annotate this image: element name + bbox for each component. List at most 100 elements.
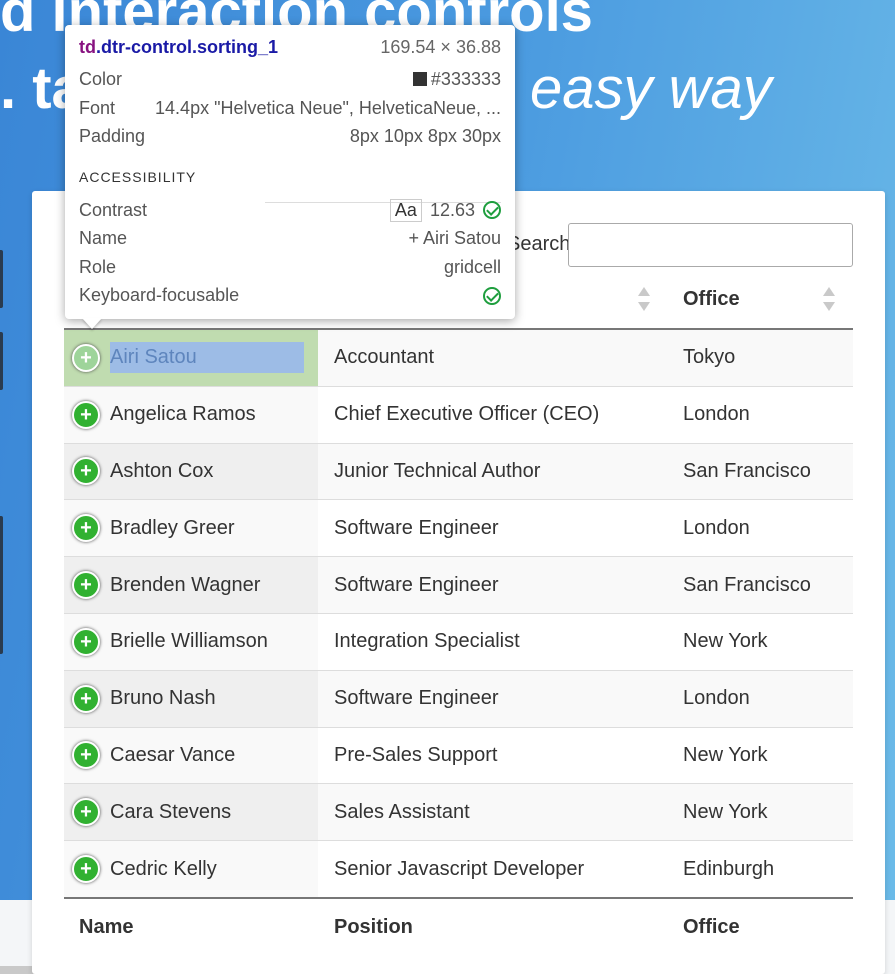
position-cell: Sales Assistant — [334, 800, 470, 823]
position-cell: Software Engineer — [334, 516, 499, 539]
padding-value: 8px 10px 8px 30px — [349, 126, 501, 146]
table-row[interactable]: + Cara Stevens Sales Assistant New York — [64, 784, 853, 842]
element-dimensions: 169.54 × 36.88 — [380, 37, 501, 57]
color-swatch-icon — [412, 72, 427, 86]
office-cell: London — [683, 687, 750, 710]
table-row[interactable]: + Brielle Williamson Integration Special… — [64, 613, 853, 671]
name-text: Bruno Nash — [110, 687, 216, 710]
office-cell: London — [683, 516, 750, 539]
selected-name-text: Airi Satou — [110, 342, 304, 373]
column-header-office[interactable]: Office — [683, 270, 853, 329]
plus-circle-icon[interactable]: + — [72, 798, 100, 827]
plus-circle-icon[interactable]: + — [72, 571, 100, 600]
plus-circle-icon[interactable]: + — [72, 400, 100, 429]
office-cell: Tokyo — [683, 346, 736, 369]
position-cell: Accountant — [334, 346, 435, 369]
color-value: #333333 — [412, 69, 501, 90]
plus-circle-icon[interactable]: + — [72, 343, 100, 372]
table-row[interactable]: + Caesar Vance Pre-Sales Support New Yor… — [64, 727, 853, 785]
table-row[interactable]: + Cedric Kelly Senior Javascript Develop… — [64, 841, 853, 898]
name-cell[interactable]: + Ashton Cox — [64, 443, 318, 500]
a11y-name-label: Name — [79, 228, 128, 248]
color-label: Color — [79, 69, 123, 89]
a11y-name-value: + Airi Satou — [408, 228, 501, 248]
font-label: Font — [79, 98, 116, 118]
table-row[interactable]: + Airi Satou Accountant Tokyo — [64, 330, 853, 387]
table-row[interactable]: + Brenden Wagner Software Engineer San F… — [64, 557, 853, 614]
padding-label: Padding — [79, 126, 146, 146]
plus-circle-icon[interactable]: + — [72, 514, 100, 543]
name-cell[interactable]: + Bruno Nash — [64, 670, 318, 727]
name-cell[interactable]: + Cedric Kelly — [64, 841, 318, 897]
left-edge-element — [0, 250, 3, 308]
column-header-office-label: Office — [683, 288, 740, 310]
plus-circle-icon[interactable]: + — [72, 855, 100, 884]
office-cell: San Francisco — [683, 459, 811, 482]
name-cell[interactable]: + Angelica Ramos — [64, 386, 318, 443]
name-cell[interactable]: + Brenden Wagner — [64, 557, 318, 613]
table-row[interactable]: + Bradley Greer Software Engineer London — [64, 500, 853, 558]
office-cell: New York — [683, 630, 768, 653]
office-cell: London — [683, 403, 750, 426]
check-circle-icon — [483, 201, 501, 219]
office-cell: New York — [683, 743, 768, 766]
left-edge-element — [0, 332, 3, 390]
table-row[interactable]: + Ashton Cox Junior Technical Author San… — [64, 443, 853, 501]
office-cell: Edinburgh — [683, 857, 775, 880]
check-circle-icon — [483, 286, 501, 305]
plus-circle-icon[interactable]: + — [72, 627, 100, 656]
search-label: Search: — [507, 233, 576, 255]
name-cell[interactable]: + Brielle Williamson — [64, 613, 318, 670]
tooltip-contrast-row: Contrast Aa 12.63 — [79, 199, 501, 222]
name-cell[interactable]: + Cara Stevens — [64, 784, 318, 841]
tooltip-focusable-row: Keyboard-focusable — [79, 285, 501, 306]
accessibility-heading: ACCESSIBILITY — [79, 169, 197, 185]
tooltip-arrow — [82, 318, 102, 329]
name-text: Ashton Cox — [110, 459, 214, 482]
role-label: Role — [79, 257, 117, 277]
name-cell[interactable]: + Caesar Vance — [64, 727, 318, 784]
devtools-inspect-tooltip: td.dtr-control.sorting_1 169.54 × 36.88 … — [65, 25, 515, 319]
left-edge-element — [0, 516, 3, 654]
sort-icon — [823, 287, 835, 311]
hero-title-line-2-right: easy way — [530, 56, 772, 121]
position-cell: Pre-Sales Support — [334, 743, 498, 766]
name-text: Angelica Ramos — [110, 403, 256, 426]
plus-circle-icon[interactable]: + — [72, 741, 100, 770]
tooltip-selector-row: td.dtr-control.sorting_1 169.54 × 36.88 — [79, 37, 501, 58]
footer-position: Position — [334, 916, 413, 938]
name-cell[interactable]: + Airi Satou — [64, 330, 318, 386]
name-text: Bradley Greer — [110, 516, 235, 539]
name-text: Cedric Kelly — [110, 857, 217, 880]
role-value: gridcell — [443, 257, 501, 277]
tooltip-color-row: Color #333333 — [79, 69, 501, 90]
position-cell: Chief Executive Officer (CEO) — [334, 403, 600, 426]
office-cell: San Francisco — [683, 573, 811, 596]
position-cell: Senior Javascript Developer — [334, 857, 585, 880]
name-text: Brielle Williamson — [110, 630, 268, 653]
font-value: 14.4px "Helvetica Neue", HelveticaNeue, … — [155, 98, 501, 118]
tooltip-name-row: Name + Airi Satou — [79, 228, 501, 249]
position-cell: Software Engineer — [334, 687, 499, 710]
table-row[interactable]: + Angelica Ramos Chief Executive Officer… — [64, 386, 853, 444]
element-selector: td.dtr-control.sorting_1 — [79, 37, 279, 57]
contrast-value-group: Aa 12.63 — [389, 199, 501, 222]
table-row[interactable]: + Bruno Nash Software Engineer London — [64, 670, 853, 728]
tooltip-font-row: Font 14.4px "Helvetica Neue", HelveticaN… — [79, 98, 501, 119]
tooltip-accessibility-heading-row: ACCESSIBILITY — [79, 169, 501, 185]
plus-circle-icon[interactable]: + — [72, 457, 100, 486]
footer-divider — [64, 897, 853, 899]
employee-table: + Airi Satou Accountant Tokyo + Angelica… — [64, 330, 853, 898]
footer-office: Office — [683, 916, 740, 938]
plus-circle-icon[interactable]: + — [72, 684, 100, 713]
contrast-value: 12.63 — [429, 200, 475, 220]
tooltip-role-row: Role gridcell — [79, 257, 501, 278]
position-cell: Software Engineer — [334, 573, 499, 596]
name-cell[interactable]: + Bradley Greer — [64, 500, 318, 557]
name-text: Caesar Vance — [110, 743, 236, 766]
office-cell: New York — [683, 800, 768, 823]
tooltip-padding-row: Padding 8px 10px 8px 30px — [79, 126, 501, 147]
search-input[interactable] — [568, 223, 853, 267]
name-text: Brenden Wagner — [110, 573, 261, 596]
position-cell: Integration Specialist — [334, 630, 520, 653]
